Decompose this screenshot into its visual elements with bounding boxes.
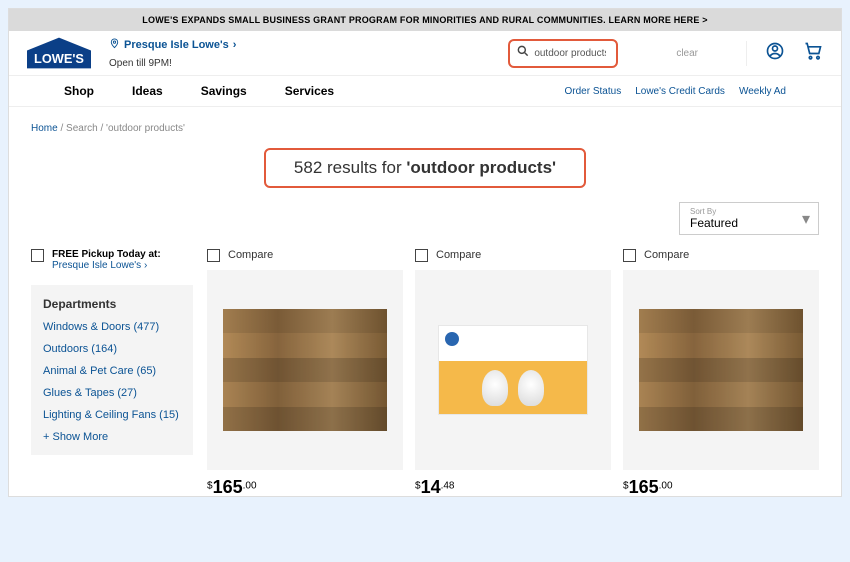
- compare-label: Compare: [436, 249, 481, 262]
- pickup-store-link[interactable]: Presque Isle Lowe's: [52, 260, 141, 271]
- breadcrumb: Home / Search / 'outdoor products': [9, 107, 841, 140]
- pickup-label: FREE Pickup Today at:: [52, 249, 161, 260]
- nav-credit-cards[interactable]: Lowe's Credit Cards: [635, 86, 725, 97]
- clear-button[interactable]: clear: [676, 48, 698, 59]
- product-image[interactable]: [623, 270, 819, 470]
- product-card[interactable]: Compare $14.48: [415, 249, 611, 496]
- facet-link[interactable]: Windows & Doors (477): [43, 321, 181, 333]
- compare-label: Compare: [644, 249, 689, 262]
- nav-weekly-ad[interactable]: Weekly Ad: [739, 86, 786, 97]
- compare-checkbox[interactable]: [415, 249, 428, 262]
- product-image[interactable]: [207, 270, 403, 470]
- compare-checkbox[interactable]: [207, 249, 220, 262]
- product-card[interactable]: Compare $165.00: [623, 249, 819, 496]
- results-headline: 582 results for 'outdoor products': [264, 148, 586, 188]
- facet-link[interactable]: Outdoors (164): [43, 343, 181, 355]
- account-icon[interactable]: [765, 41, 785, 66]
- pin-icon: [109, 38, 120, 52]
- sort-value: Featured: [690, 216, 808, 230]
- search-input-wrap[interactable]: [508, 39, 618, 68]
- pickup-checkbox[interactable]: [31, 249, 44, 262]
- promo-banner[interactable]: LOWE'S EXPANDS SMALL BUSINESS GRANT PROG…: [9, 9, 841, 31]
- product-image[interactable]: [415, 270, 611, 470]
- nav-shop[interactable]: Shop: [64, 84, 94, 98]
- chevron-right-icon: ›: [233, 39, 237, 51]
- chevron-right-icon: ›: [144, 260, 147, 271]
- compare-checkbox[interactable]: [623, 249, 636, 262]
- facet-link[interactable]: Lighting & Ceiling Fans (15): [43, 409, 181, 421]
- facet-link[interactable]: Glues & Tapes (27): [43, 387, 181, 399]
- search-input[interactable]: [534, 48, 606, 59]
- product-price: $165.00: [207, 478, 403, 496]
- product-price: $165.00: [623, 478, 819, 496]
- nav-savings[interactable]: Savings: [201, 84, 247, 98]
- breadcrumb-home[interactable]: Home: [31, 123, 58, 134]
- nav-services[interactable]: Services: [285, 84, 334, 98]
- facet-title: Departments: [43, 297, 181, 311]
- cart-icon[interactable]: [803, 41, 823, 66]
- store-name[interactable]: Presque Isle Lowe's: [124, 39, 229, 51]
- svg-text:LOWE'S: LOWE'S: [34, 51, 84, 66]
- store-hours: Open till 9PM!: [109, 58, 236, 69]
- sort-label: Sort By: [690, 207, 808, 216]
- caret-down-icon: ▾: [802, 209, 810, 229]
- search-icon: [516, 44, 530, 63]
- facet-link[interactable]: Animal & Pet Care (65): [43, 365, 181, 377]
- lowes-logo[interactable]: LOWE'S: [27, 37, 91, 69]
- product-price: $14.48: [415, 478, 611, 496]
- nav-ideas[interactable]: Ideas: [132, 84, 163, 98]
- compare-label: Compare: [228, 249, 273, 262]
- show-more-link[interactable]: + Show More: [43, 431, 108, 443]
- sort-dropdown[interactable]: Sort By Featured ▾: [679, 202, 819, 235]
- product-card[interactable]: Compare $165.00: [207, 249, 403, 496]
- nav-order-status[interactable]: Order Status: [565, 86, 622, 97]
